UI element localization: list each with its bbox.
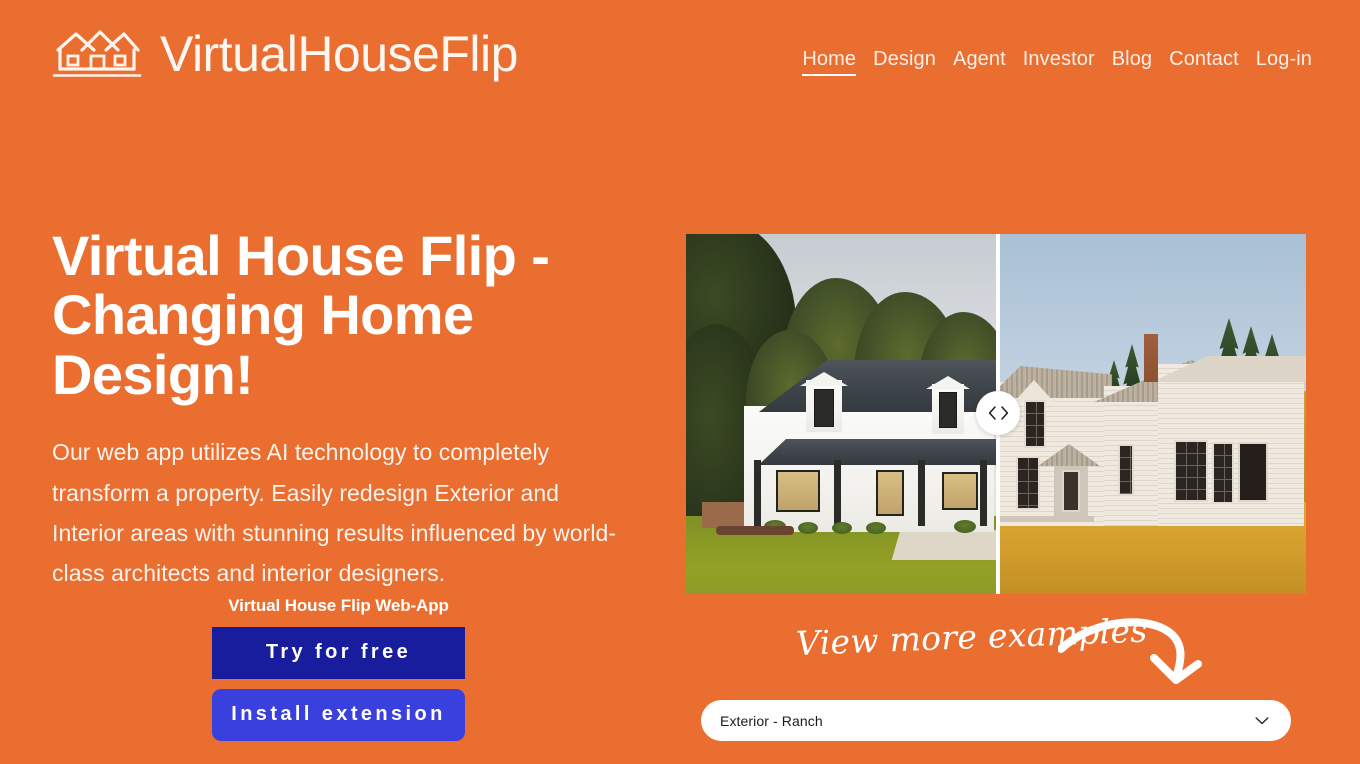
chevron-right-icon (1000, 406, 1008, 420)
nav-item-login[interactable]: Log-in (1256, 48, 1312, 76)
nav-item-investor[interactable]: Investor (1023, 48, 1095, 76)
nav-item-contact[interactable]: Contact (1169, 48, 1239, 76)
cta-label: Virtual House Flip Web-App (228, 596, 449, 615)
nav-item-home[interactable]: Home (802, 48, 856, 76)
cta-block: Virtual House Flip Web-App Try for free … (212, 596, 465, 741)
curved-arrow-down-icon (1058, 618, 1202, 684)
comparison-before-image (686, 234, 998, 594)
brand-logo[interactable]: VirtualHouseFlip (52, 28, 518, 80)
select-box[interactable]: Exterior - Ranch (701, 700, 1291, 741)
nav-item-design[interactable]: Design (873, 48, 936, 76)
comparison-slider-handle[interactable] (976, 391, 1020, 435)
select-value: Exterior - Ranch (720, 712, 823, 729)
chevron-left-icon (988, 406, 996, 420)
hero-text-column: Virtual House Flip - Changing Home Desig… (52, 226, 652, 594)
try-for-free-button[interactable]: Try for free (212, 627, 465, 679)
nav-item-blog[interactable]: Blog (1112, 48, 1152, 76)
hero-description: Our web app utilizes AI technology to co… (52, 439, 617, 587)
nav-item-agent[interactable]: Agent (953, 48, 1006, 76)
brand-name: VirtualHouseFlip (160, 26, 518, 82)
install-extension-button[interactable]: Install extension (212, 689, 465, 741)
main-navigation: Home Design Agent Investor Blog Contact … (802, 48, 1312, 76)
page-title: Virtual House Flip - Changing Home Desig… (52, 224, 550, 406)
comparison-after-image (998, 234, 1306, 594)
site-header: VirtualHouseFlip Home Design Agent Inves… (0, 0, 1360, 122)
house-outline-icon (52, 30, 142, 77)
chevron-down-icon[interactable] (1255, 716, 1269, 725)
example-category-selector[interactable]: Exterior - Ranch (701, 700, 1291, 741)
